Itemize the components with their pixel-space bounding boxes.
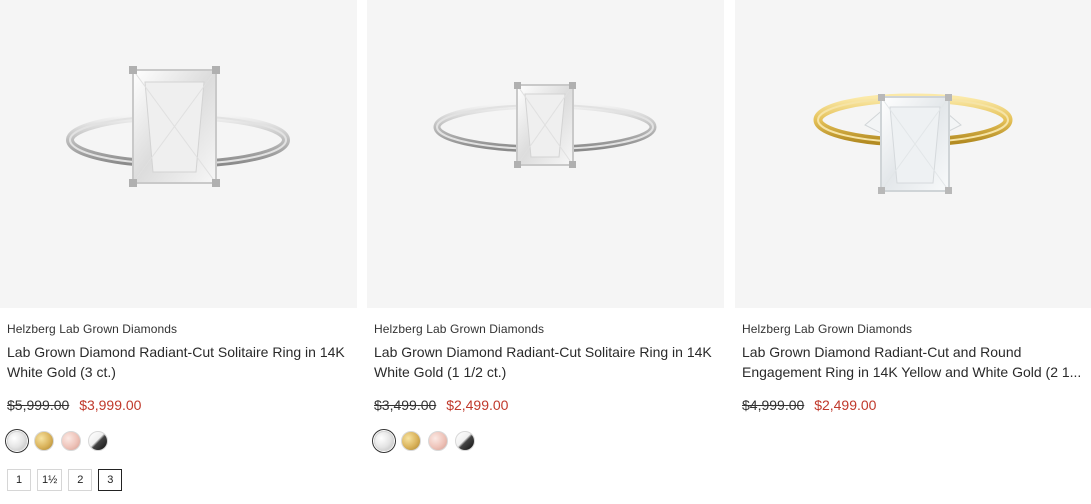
price-row: $4,999.00 $2,499.00: [742, 397, 876, 413]
swatch-black-white[interactable]: [88, 431, 108, 451]
carat-option-2[interactable]: 2: [68, 469, 93, 491]
price-row: $3,499.00 $2,499.00: [374, 397, 508, 413]
carat-option-1[interactable]: 1: [7, 469, 31, 491]
original-price: $4,999.00: [742, 397, 805, 413]
price-row: $5,999.00 $3,999.00: [7, 397, 141, 413]
swatch-yellow-gold[interactable]: [401, 431, 421, 451]
product-image[interactable]: [367, 0, 724, 308]
sale-price: $2,499.00: [814, 397, 877, 413]
swatch-yellow-gold[interactable]: [34, 431, 54, 451]
ring-image-radiant-solitaire-3ct: [66, 66, 290, 187]
swatch-white-gold[interactable]: [374, 431, 394, 451]
product-image[interactable]: [0, 0, 357, 308]
sale-price: $2,499.00: [446, 397, 509, 413]
original-price: $5,999.00: [7, 397, 70, 413]
product-title[interactable]: Lab Grown Diamond Radiant-Cut Solitaire …: [7, 343, 347, 382]
sale-price: $3,999.00: [79, 397, 142, 413]
swatch-white-gold[interactable]: [7, 431, 27, 451]
carat-options: 1 1½ 2 3: [7, 469, 123, 491]
metal-swatches: [7, 431, 108, 451]
product-card[interactable]: Helzberg Lab Grown Diamonds Lab Grown Di…: [367, 0, 724, 504]
swatch-black-white[interactable]: [455, 431, 475, 451]
product-card[interactable]: Helzberg Lab Grown Diamonds Lab Grown Di…: [735, 0, 1091, 504]
product-brand: Helzberg Lab Grown Diamonds: [7, 322, 178, 336]
product-title[interactable]: Lab Grown Diamond Radiant-Cut Solitaire …: [374, 343, 714, 382]
ring-image-radiant-solitaire-1-5ct: [433, 82, 657, 168]
product-image[interactable]: [735, 0, 1091, 308]
product-brand: Helzberg Lab Grown Diamonds: [374, 322, 545, 336]
product-title[interactable]: Lab Grown Diamond Radiant-Cut and Round …: [742, 343, 1082, 382]
product-brand: Helzberg Lab Grown Diamonds: [742, 322, 913, 336]
original-price: $3,499.00: [374, 397, 437, 413]
swatch-rose-gold[interactable]: [61, 431, 81, 451]
product-grid: Helzberg Lab Grown Diamonds Lab Grown Di…: [0, 0, 1091, 504]
carat-option-3[interactable]: 3: [98, 469, 123, 491]
product-card[interactable]: Helzberg Lab Grown Diamonds Lab Grown Di…: [0, 0, 357, 504]
swatch-rose-gold[interactable]: [428, 431, 448, 451]
carat-option-1-half[interactable]: 1½: [37, 469, 63, 491]
metal-swatches: [374, 431, 475, 451]
ring-image-radiant-three-stone: [813, 93, 1013, 194]
